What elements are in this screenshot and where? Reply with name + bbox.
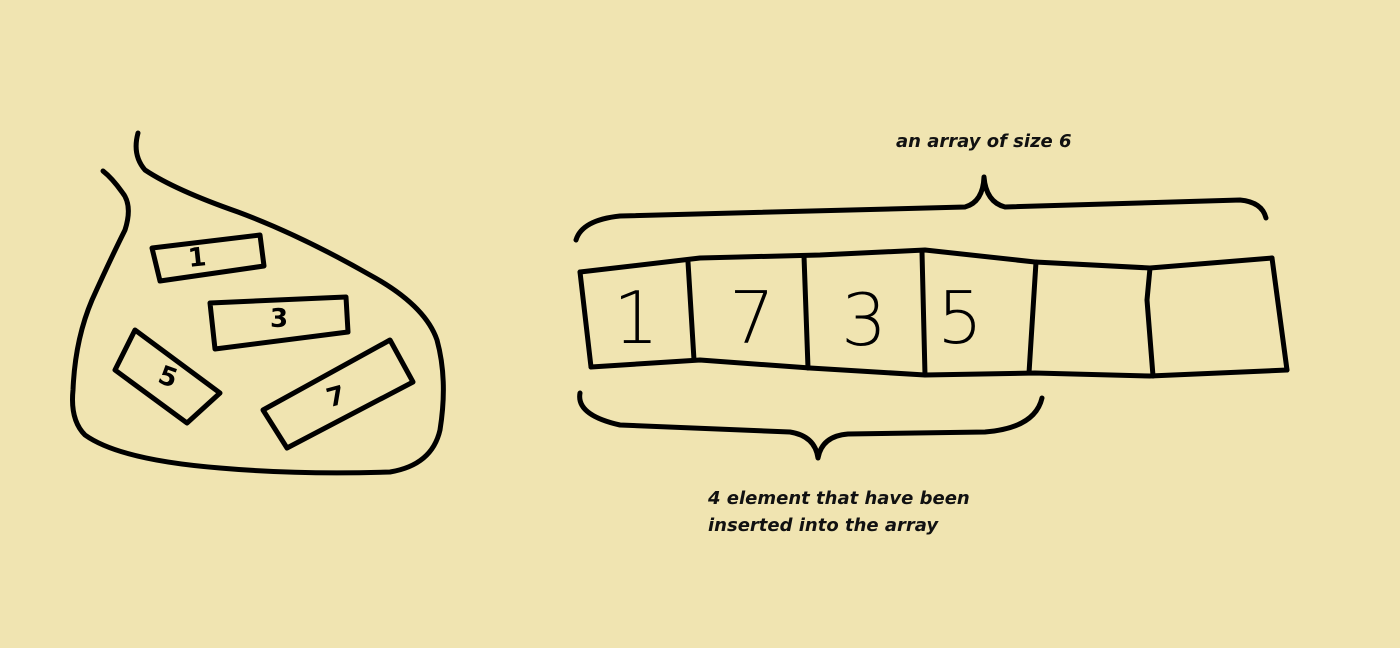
bag-item-1-label: 1 <box>187 242 208 274</box>
bag-item-7: 7 <box>260 337 416 451</box>
array-divider-5 <box>1144 265 1156 379</box>
array-cell-2: 7 <box>729 276 775 360</box>
inserted-brace <box>577 390 1045 461</box>
array-top-edge <box>577 247 1275 275</box>
bag-item-5: 5 <box>112 327 223 426</box>
array: 1 7 3 5 <box>577 247 1290 379</box>
bag-item-1: 1 <box>149 232 267 284</box>
array-cell-1: 1 <box>613 276 659 360</box>
inserted-caption: 4 element that have been inserted into t… <box>708 485 970 539</box>
array-left-edge <box>577 269 594 370</box>
array-cell-4: 5 <box>937 276 983 360</box>
bag-item-5-label: 5 <box>154 360 181 394</box>
array-size-caption: an array of size 6 <box>896 131 1072 152</box>
array-size-brace <box>573 174 1269 243</box>
array-divider-1 <box>685 259 697 363</box>
inserted-caption-line-1: 4 element that have been <box>708 488 970 509</box>
array-divider-3 <box>919 249 928 378</box>
bag-item-3: 3 <box>207 294 351 352</box>
array-divider-4 <box>1026 259 1039 376</box>
array-right-edge <box>1269 255 1290 373</box>
bag-item-3-label: 3 <box>270 304 288 334</box>
diagram-canvas: 1 3 5 7 1 7 3 5 <box>70 130 1290 476</box>
array-divider-2 <box>801 253 811 371</box>
bag-item-7-label: 7 <box>323 380 348 414</box>
array-cell-3: 3 <box>841 278 887 362</box>
inserted-caption-line-2: inserted into the array <box>708 515 939 536</box>
array-bottom-edge <box>588 357 1290 379</box>
